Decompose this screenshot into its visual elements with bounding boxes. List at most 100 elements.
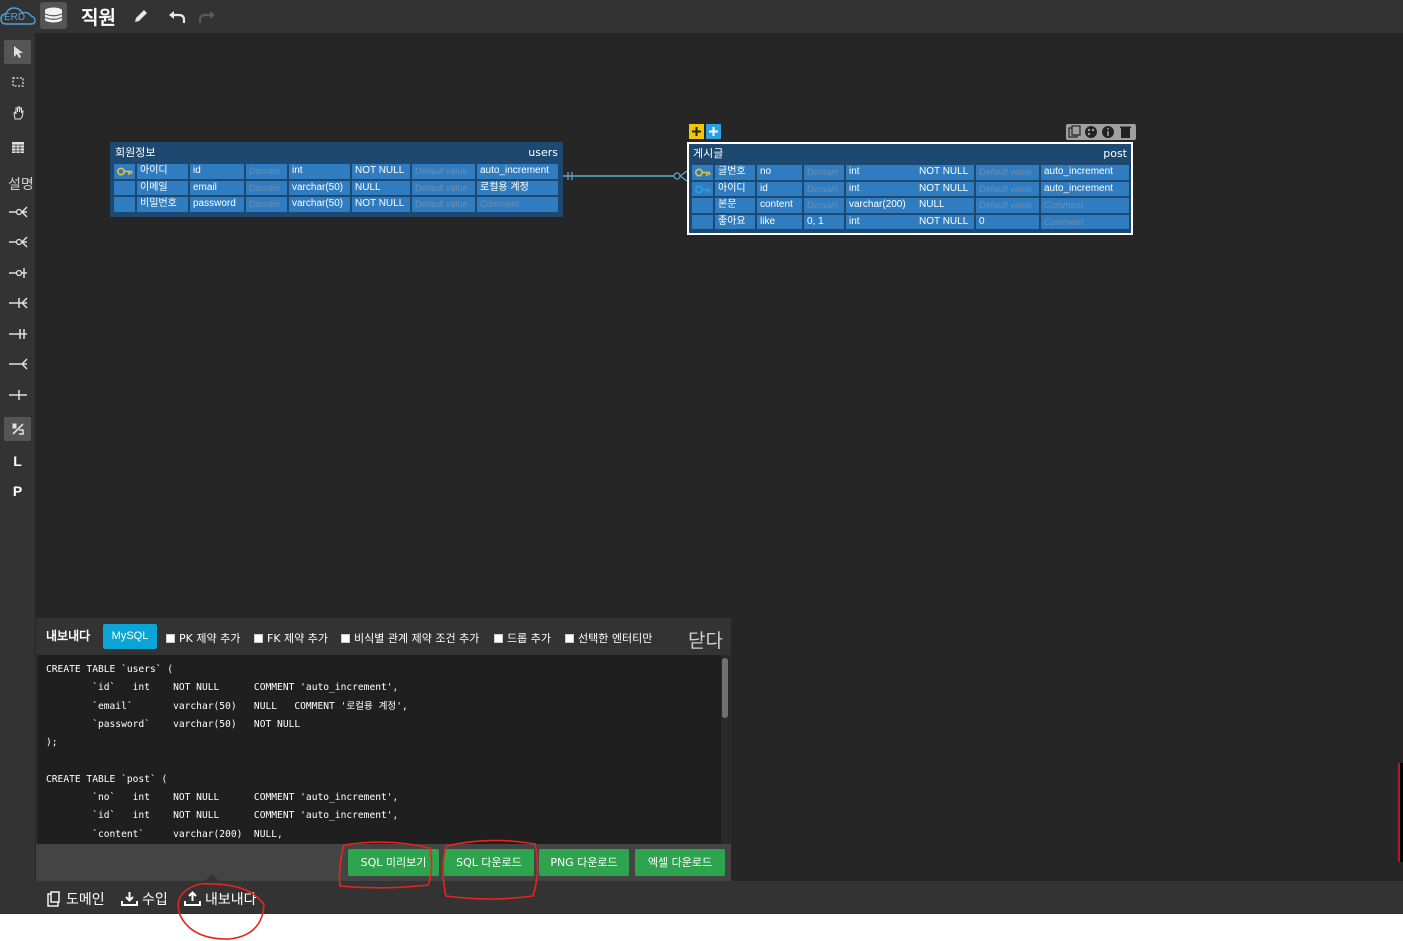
column-row[interactable]: 본문 content Domain varchar(200) NULL Default v… [689, 197, 1131, 214]
table-post[interactable]: 게시글 post 글번호 no Domain int NOT NULL Default v… [687, 142, 1133, 235]
cell-domain[interactable]: Domain [246, 197, 287, 212]
cell-default[interactable]: Default value [412, 197, 475, 212]
option-fk-constraint[interactable]: FK 제약 추가 [254, 630, 328, 646]
primary-key-icon [694, 168, 711, 177]
cell-name[interactable]: no [757, 165, 802, 180]
table-header[interactable]: 게시글 post [689, 144, 1131, 164]
column-row[interactable]: 아이디 id Domain int NOT NULL Default value auto_… [111, 163, 562, 180]
cell-domain[interactable]: Domain [246, 164, 287, 179]
scrollbar-thumb[interactable] [722, 658, 728, 718]
option-drop[interactable]: 드롭 추가 [494, 630, 551, 646]
cell-default[interactable]: Default value [976, 181, 1039, 197]
cell-logical[interactable]: 아이디 [715, 181, 755, 197]
png-download-button[interactable]: PNG 다운로드 [539, 849, 629, 876]
key-cell[interactable] [692, 165, 713, 180]
key-cell[interactable] [114, 197, 135, 212]
cell-logical[interactable]: 비밀번호 [137, 197, 188, 212]
tab-export[interactable]: 내보내다 [184, 889, 257, 909]
checkbox[interactable] [254, 633, 263, 643]
cell-null[interactable]: NOT NULL [916, 214, 974, 230]
cell-domain[interactable]: Domain [246, 180, 287, 196]
dialect-select-button[interactable]: MySQL [103, 624, 157, 649]
cell-null[interactable]: NOT NULL [352, 197, 410, 212]
column-row[interactable]: 비밀번호 password Domain varchar(50) NOT NULL Def… [111, 196, 562, 213]
column-row[interactable]: 아이디 id Domain int NOT NULL Default value auto_… [689, 181, 1131, 198]
column-row[interactable]: 글번호 no Domain int NOT NULL Default value auto_… [689, 164, 1131, 181]
key-cell[interactable] [692, 214, 713, 230]
checkbox[interactable] [565, 633, 574, 643]
table-logical-name[interactable]: 회원정보 [115, 144, 155, 160]
key-cell[interactable] [692, 198, 713, 213]
table-header[interactable]: 회원정보 users [111, 143, 562, 163]
cell-type[interactable]: int [289, 164, 350, 179]
cell-comment[interactable]: auto_increment [1041, 165, 1129, 180]
checkbox[interactable] [341, 633, 350, 643]
cell-logical[interactable]: 아이디 [137, 164, 188, 179]
cell-logical[interactable]: 이메일 [137, 180, 188, 196]
option-label: 드롭 추가 [507, 632, 551, 645]
cell-type[interactable]: int [846, 165, 916, 180]
cell-null[interactable]: NOT NULL [352, 164, 410, 179]
sql-preview-button[interactable]: SQL 미리보기 [348, 849, 439, 876]
cell-logical[interactable]: 본문 [715, 198, 755, 213]
sql-preview[interactable]: CREATE TABLE `users` ( `id` int NOT NULL… [37, 655, 730, 844]
tab-import[interactable]: 수입 [121, 889, 168, 909]
close-button[interactable]: 닫다 [688, 626, 723, 653]
cell-null[interactable]: NULL [916, 198, 974, 213]
sql-download-button[interactable]: SQL 다운로드 [444, 849, 534, 876]
cell-comment[interactable]: 로컬용 계정 [477, 180, 558, 196]
add-pk-column-button[interactable] [706, 124, 721, 139]
checkbox[interactable] [166, 633, 175, 643]
option-pk-constraint[interactable]: PK 제약 추가 [166, 630, 240, 646]
option-non-identifying[interactable]: 비식별 관계 제약 조건 추가 [341, 630, 479, 646]
cell-name[interactable]: email [190, 180, 244, 196]
cell-default[interactable]: Default value [976, 165, 1039, 180]
cell-name[interactable]: like [757, 214, 802, 230]
table-physical-name[interactable]: post [1103, 147, 1127, 160]
table-users[interactable]: 회원정보 users 아이디 id Domain int NOT NULL Default… [110, 142, 563, 217]
add-column-button[interactable] [689, 124, 704, 139]
table-actions[interactable] [1066, 124, 1136, 140]
cell-comment[interactable]: Comment [1041, 198, 1129, 213]
cell-null[interactable]: NOT NULL [916, 181, 974, 197]
key-cell[interactable] [114, 164, 135, 179]
cell-comment[interactable]: auto_increment [477, 164, 558, 179]
cell-type[interactable]: int [846, 181, 916, 197]
cell-default[interactable]: Default value [412, 180, 475, 196]
cell-comment[interactable]: Comment [477, 197, 558, 212]
info-icon [1102, 126, 1114, 138]
key-cell[interactable] [692, 181, 713, 197]
key-cell[interactable] [114, 180, 135, 196]
cell-domain[interactable]: Domain [804, 198, 844, 213]
cell-default[interactable]: Default value [976, 198, 1039, 213]
scrollbar[interactable] [721, 655, 729, 844]
clipboard-icon [47, 891, 60, 907]
column-row[interactable]: 이메일 email Domain varchar(50) NULL Default val… [111, 180, 562, 197]
option-selected-only[interactable]: 선택한 엔터티만 [565, 630, 652, 646]
cell-type[interactable]: varchar(50) [289, 180, 350, 196]
cell-logical[interactable]: 좋아요 [715, 214, 755, 230]
cell-type[interactable]: varchar(50) [289, 197, 350, 212]
excel-download-button[interactable]: 엑셀 다운로드 [635, 849, 725, 876]
cell-null[interactable]: NOT NULL [916, 165, 974, 180]
cell-null[interactable]: NULL [352, 180, 410, 196]
cell-domain[interactable]: 0, 1 [804, 214, 844, 230]
tab-domain[interactable]: 도메인 [46, 889, 105, 909]
cell-domain[interactable]: Domain [804, 181, 844, 197]
cell-name[interactable]: id [190, 164, 244, 179]
cell-default[interactable]: Default value [412, 164, 475, 179]
column-row[interactable]: 좋아요 like 0, 1 int NOT NULL 0 Comment [689, 214, 1131, 231]
cell-name[interactable]: id [757, 181, 802, 197]
cell-type[interactable]: varchar(200) [846, 198, 916, 213]
table-logical-name[interactable]: 게시글 [693, 145, 723, 161]
cell-logical[interactable]: 글번호 [715, 165, 755, 180]
cell-name[interactable]: password [190, 197, 244, 212]
cell-comment[interactable]: Comment [1041, 214, 1129, 230]
cell-name[interactable]: content [757, 198, 802, 213]
cell-default[interactable]: 0 [976, 214, 1039, 230]
checkbox[interactable] [494, 633, 503, 643]
table-physical-name[interactable]: users [528, 146, 558, 159]
cell-type[interactable]: int [846, 214, 916, 230]
cell-comment[interactable]: auto_increment [1041, 181, 1129, 197]
cell-domain[interactable]: Domain [804, 165, 844, 180]
